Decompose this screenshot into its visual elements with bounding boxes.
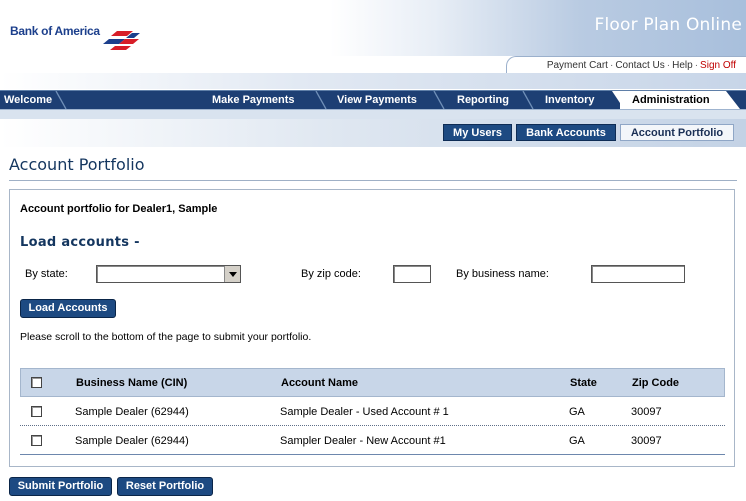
- contact-us-link[interactable]: Contact Us: [615, 60, 664, 71]
- title-divider: [9, 180, 737, 181]
- nav-item-reporting[interactable]: Reporting: [457, 91, 509, 109]
- nav-divider: [315, 91, 327, 109]
- portfolio-owner: Account portfolio for Dealer1, Sample: [20, 203, 218, 215]
- table-row: Sample Dealer (62944) Sample Dealer - Us…: [20, 397, 725, 426]
- cell-zip-code: 30097: [631, 406, 662, 418]
- subtab-account-portfolio[interactable]: Account Portfolio: [620, 124, 734, 141]
- logo-wordmark: Bank of America: [10, 24, 100, 38]
- row-checkbox[interactable]: [31, 406, 42, 417]
- app-title: Floor Plan Online: [594, 15, 742, 35]
- page-header: Floor Plan Online Bank of America Paymen…: [0, 0, 746, 75]
- utility-links: Payment Cart · Contact Us · Help · Sign Off: [547, 60, 736, 71]
- state-select[interactable]: [96, 265, 241, 283]
- portfolio-panel: Account portfolio for Dealer1, Sample Lo…: [9, 189, 735, 467]
- table-row: Sample Dealer (62944) Sampler Dealer - N…: [20, 426, 725, 455]
- nav-divider: [522, 91, 534, 109]
- select-all-checkbox[interactable]: [31, 377, 42, 388]
- cell-account-name: Sample Dealer - Used Account # 1: [280, 406, 449, 418]
- business-name-label: By business name:: [456, 268, 549, 280]
- utility-links-bar: Payment Cart · Contact Us · Help · Sign Off: [506, 56, 746, 73]
- payment-cart-link[interactable]: Payment Cart: [547, 60, 608, 71]
- reset-portfolio-button[interactable]: Reset Portfolio: [117, 477, 213, 496]
- cell-business-name: Sample Dealer (62944): [75, 435, 189, 447]
- header-zip-code[interactable]: Zip Code: [632, 377, 679, 389]
- chevron-down-icon[interactable]: [224, 266, 240, 282]
- nav-item-administration[interactable]: Administration: [620, 91, 726, 109]
- help-link[interactable]: Help: [672, 60, 693, 71]
- sign-off-link[interactable]: Sign Off: [700, 60, 736, 71]
- header-business-name[interactable]: Business Name (CIN): [76, 377, 187, 389]
- table-header: Business Name (CIN) Account Name State Z…: [20, 368, 725, 397]
- page-title: Account Portfolio: [9, 155, 145, 174]
- row-checkbox[interactable]: [31, 435, 42, 446]
- subtab-bank-accounts[interactable]: Bank Accounts: [516, 124, 616, 141]
- subtab-my-users[interactable]: My Users: [443, 124, 512, 141]
- cell-zip-code: 30097: [631, 435, 662, 447]
- nav-tab-edge: [726, 91, 740, 109]
- nav-item-view-payments[interactable]: View Payments: [337, 91, 417, 109]
- nav-item-make-payments[interactable]: Make Payments: [212, 91, 295, 109]
- sub-nav: My Users Bank Accounts Account Portfolio: [0, 119, 746, 147]
- cell-state: GA: [569, 406, 585, 418]
- cell-account-name: Sampler Dealer - New Account #1: [280, 435, 446, 447]
- business-name-input[interactable]: [591, 265, 685, 283]
- section-title: Load accounts -: [20, 235, 140, 250]
- flag-logo-icon: [102, 31, 140, 50]
- nav-item-inventory[interactable]: Inventory: [545, 91, 595, 109]
- header-state[interactable]: State: [570, 377, 597, 389]
- accounts-table: Business Name (CIN) Account Name State Z…: [20, 368, 725, 455]
- header-band-lower: [0, 73, 746, 89]
- cell-business-name: Sample Dealer (62944): [75, 406, 189, 418]
- main-nav: Welcome Make Payments View Payments Repo…: [0, 90, 746, 109]
- header-account-name[interactable]: Account Name: [281, 377, 358, 389]
- zip-label: By zip code:: [301, 268, 361, 280]
- state-label: By state:: [25, 268, 68, 280]
- header-banner: Floor Plan Online: [330, 0, 746, 56]
- nav-divider: [433, 91, 445, 109]
- separator: ·: [694, 60, 699, 71]
- load-accounts-button[interactable]: Load Accounts: [20, 299, 116, 318]
- nav-tab-edge: [612, 91, 624, 109]
- scroll-note: Please scroll to the bottom of the page …: [20, 331, 312, 343]
- cell-state: GA: [569, 435, 585, 447]
- zip-code-input[interactable]: [393, 265, 431, 283]
- nav-underline: [0, 109, 746, 119]
- nav-item-welcome[interactable]: Welcome: [4, 91, 52, 109]
- submit-portfolio-button[interactable]: Submit Portfolio: [9, 477, 112, 496]
- nav-divider: [55, 91, 67, 109]
- bank-logo[interactable]: Bank of America: [10, 24, 141, 51]
